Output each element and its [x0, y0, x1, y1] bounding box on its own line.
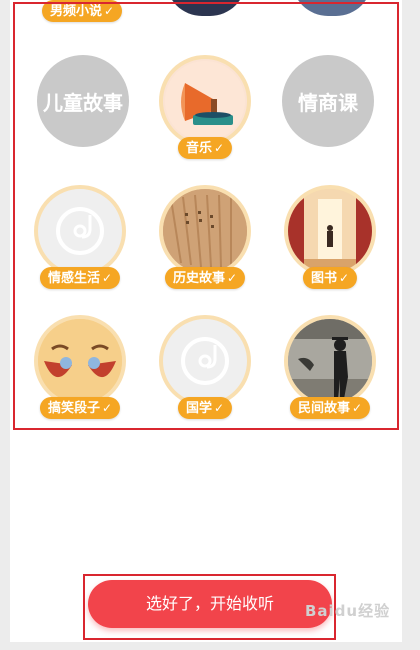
annotation-box-button: [83, 574, 336, 640]
category-selection-page: 男频小说 ✓ 儿童故事 音乐 ✓ 情商课 情感生活 ✓ 历史故事 ✓ 图书 ✓ …: [10, 0, 402, 642]
annotation-box-categories: [13, 2, 399, 430]
baidu-watermark: Baidu经验: [305, 602, 391, 620]
